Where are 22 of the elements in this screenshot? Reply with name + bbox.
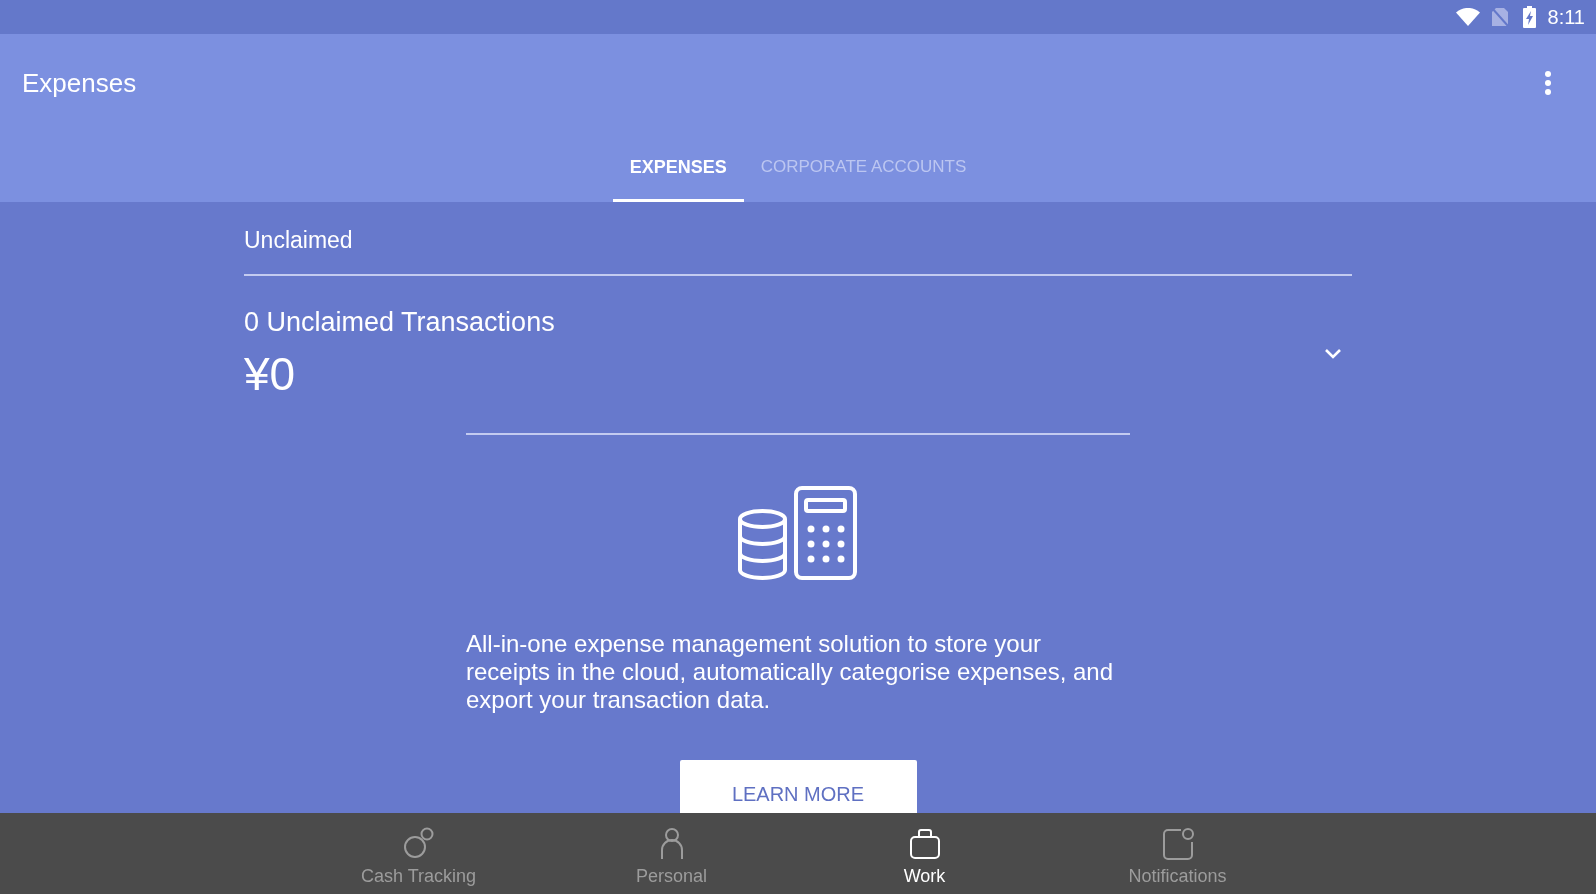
coins-and-calculator-icon: [738, 486, 858, 580]
no-sim-icon: [1490, 7, 1509, 27]
bottom-nav-item[interactable]: Cash Tracking: [292, 813, 545, 894]
bottom-nav-item[interactable]: Personal: [545, 813, 798, 894]
bottom-nav-item[interactable]: Work: [798, 813, 1051, 894]
chevron-down-icon: [1324, 346, 1342, 360]
cash-tracking-icon: [401, 826, 436, 860]
learn-more-button[interactable]: LEARN MORE: [679, 760, 917, 813]
briefcase-icon: [907, 826, 942, 860]
more-vertical-icon: [1545, 71, 1551, 95]
tab[interactable]: CORPORATE ACCOUNTS: [743, 132, 984, 202]
section-heading: Unclaimed: [244, 226, 354, 254]
bottom-nav-item[interactable]: Notifications: [1051, 813, 1304, 894]
wifi-icon: [1455, 8, 1480, 26]
status-time: 8:11: [1547, 5, 1585, 29]
battery-charging-icon: [1522, 6, 1536, 28]
notification-icon: [1160, 826, 1195, 860]
app-title: Expenses: [22, 67, 137, 99]
tab[interactable]: EXPENSES: [612, 132, 744, 202]
transactions-summary: 0 Unclaimed Transactions: [244, 306, 555, 338]
unclaimed-amount: ¥0: [244, 348, 296, 400]
promo-description: All-in-one expense management solution to store your receipts in the cloud, automatically categorise expenses, and export your transaction data.: [466, 630, 1115, 714]
